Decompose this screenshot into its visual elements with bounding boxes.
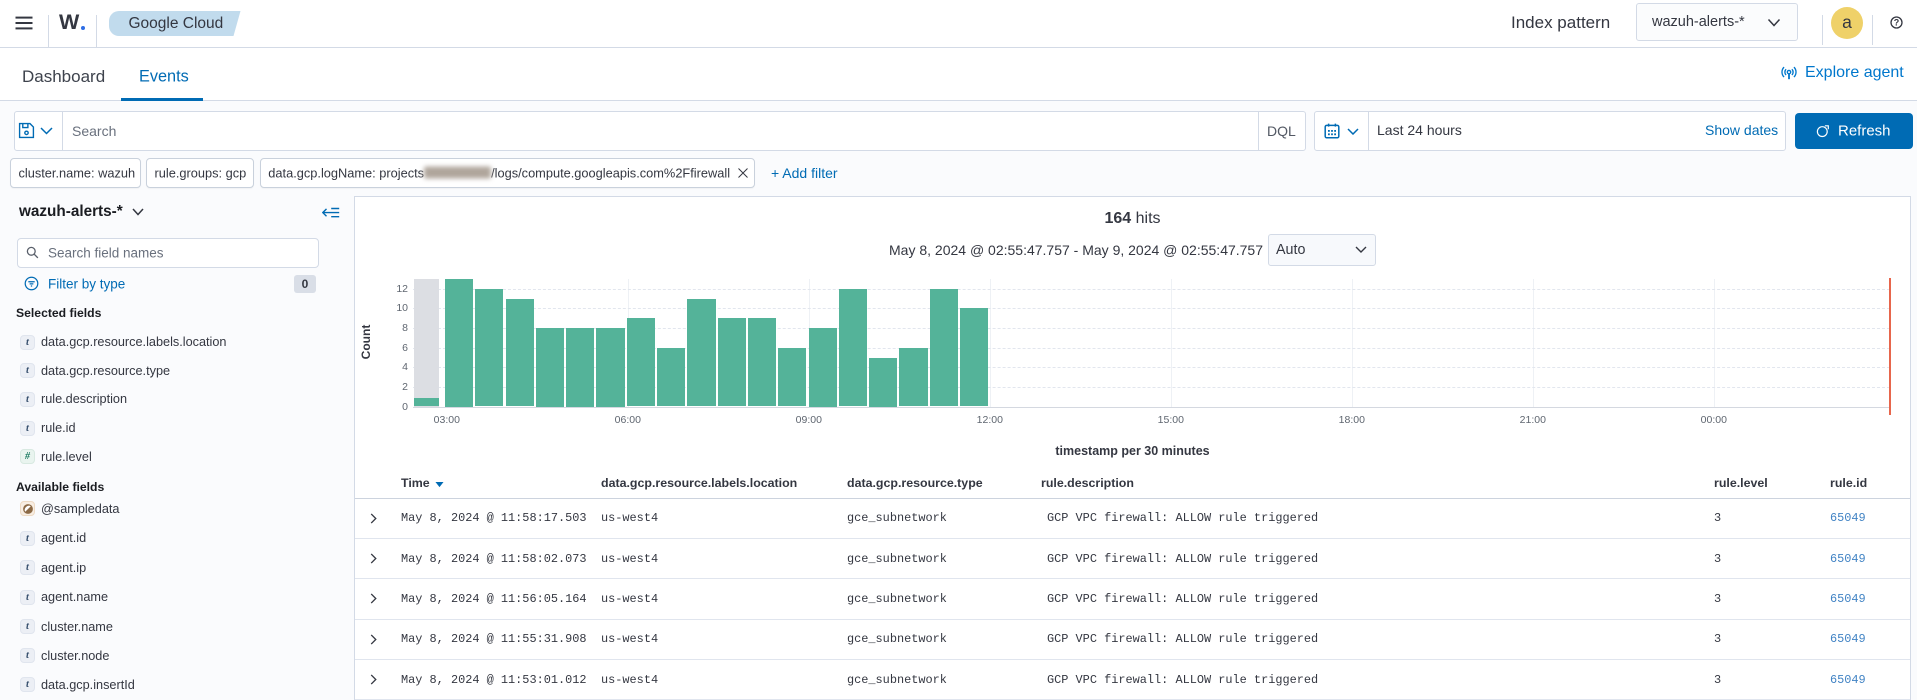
svg-text:?: ? bbox=[1893, 18, 1899, 28]
